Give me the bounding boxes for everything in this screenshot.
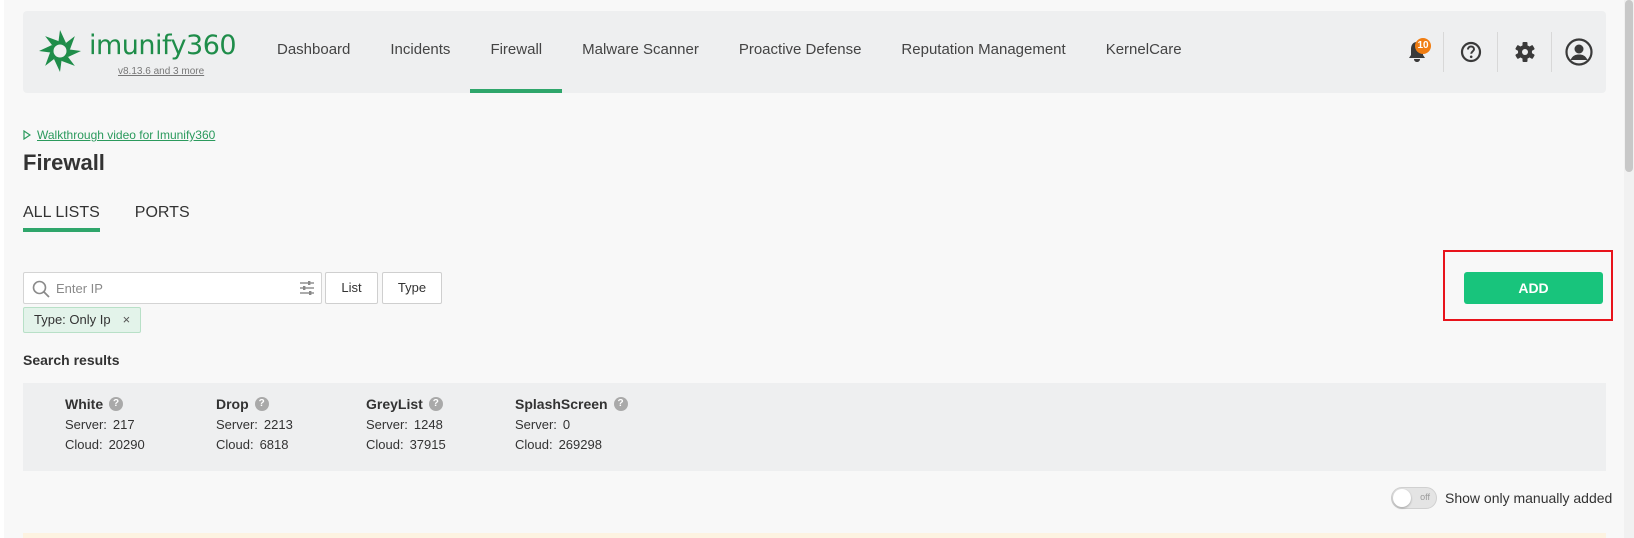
nav-incidents[interactable]: Incidents (370, 11, 470, 93)
list-filter-button[interactable]: List (325, 272, 378, 304)
cloud-count: 20290 (108, 437, 145, 452)
server-label: Server: (65, 417, 107, 432)
filter-settings-icon[interactable] (299, 280, 315, 296)
type-filter-button[interactable]: Type (382, 272, 442, 304)
stat-title: Drop (216, 396, 249, 412)
scrollbar[interactable] (1624, 0, 1634, 538)
stat-greylist: GreyList? Server: 1248 Cloud: 37915 (366, 396, 446, 452)
nav-kernelcare[interactable]: KernelCare (1086, 11, 1202, 93)
toggle-label: Show only manually added (1445, 490, 1613, 506)
server-label: Server: (515, 417, 557, 432)
page-title: Firewall (23, 150, 105, 175)
version-link[interactable]: v8.13.6 and 3 more (118, 66, 204, 77)
header-actions: 10 (1390, 11, 1606, 93)
logo-text: imunify360 (89, 30, 237, 61)
nav-firewall[interactable]: Firewall (470, 11, 562, 93)
ip-search-box (23, 272, 322, 304)
server-count: 1248 (413, 417, 443, 432)
firewall-tabs: ALL LISTS PORTS (23, 204, 190, 232)
cloud-count: 269298 (558, 437, 602, 452)
question-icon[interactable]: ? (254, 397, 269, 411)
add-button[interactable]: ADD (1464, 272, 1603, 304)
top-header: imunify360 v8.13.6 and 3 more Dashboard … (23, 11, 1606, 93)
question-icon[interactable]: ? (428, 397, 443, 411)
manually-added-toggle[interactable]: off (1391, 487, 1437, 509)
cloud-label: Cloud: (515, 437, 553, 452)
cloud-count: 6818 (259, 437, 289, 452)
toggle-state: off (1420, 492, 1430, 502)
page-edge (0, 0, 4, 538)
server-count: 0 (562, 417, 571, 432)
walkthrough-label[interactable]: Walkthrough video for Imunify360 (37, 128, 215, 142)
cloud-count: 37915 (409, 437, 446, 452)
manual-filter-toggle-row: off Show only manually added (1391, 487, 1612, 509)
notice-banner-edge (23, 533, 1606, 538)
settings-button[interactable] (1498, 32, 1552, 72)
cloud-label: Cloud: (65, 437, 103, 452)
logo-emblem-icon (39, 30, 81, 72)
notification-badge: 10 (1415, 38, 1431, 54)
question-icon[interactable]: ? (109, 397, 124, 411)
stat-white: White? Server: 217 Cloud: 20290 (65, 396, 145, 452)
server-label: Server: (216, 417, 258, 432)
tab-ports[interactable]: PORTS (135, 204, 190, 232)
ip-search-input[interactable] (56, 273, 281, 303)
search-results-heading: Search results (23, 352, 120, 368)
server-label: Server: (366, 417, 408, 432)
play-icon (23, 130, 31, 140)
notifications-button[interactable]: 10 (1390, 32, 1444, 72)
server-count: 217 (112, 417, 135, 432)
user-icon (1565, 38, 1593, 66)
stat-drop: Drop? Server: 2213 Cloud: 6818 (216, 396, 293, 452)
nav-reputation-management[interactable]: Reputation Management (881, 11, 1085, 93)
toggle-knob (1393, 489, 1411, 507)
scrollbar-thumb[interactable] (1625, 0, 1633, 172)
nav-proactive-defense[interactable]: Proactive Defense (719, 11, 882, 93)
walkthrough-link[interactable]: Walkthrough video for Imunify360 (23, 128, 215, 142)
gear-icon (1514, 42, 1535, 62)
tab-all-lists[interactable]: ALL LISTS (23, 204, 100, 232)
cloud-label: Cloud: (216, 437, 254, 452)
active-filter-chip: Type: Only Ip × (23, 307, 142, 333)
question-icon[interactable]: ? (613, 397, 628, 411)
stat-title: SplashScreen (515, 396, 608, 412)
search-icon (32, 280, 50, 298)
stat-splashscreen: SplashScreen? Server: 0 Cloud: 269298 (515, 396, 628, 452)
stat-title: GreyList (366, 396, 423, 412)
server-count: 2213 (263, 417, 293, 432)
help-icon (1460, 41, 1481, 63)
stat-title: White (65, 396, 104, 412)
help-button[interactable] (1444, 32, 1498, 72)
imunify-logo[interactable]: imunify360 v8.13.6 and 3 more (37, 28, 237, 78)
chip-label: Type: Only Ip (34, 312, 111, 327)
cloud-label: Cloud: (366, 437, 404, 452)
nav-malware-scanner[interactable]: Malware Scanner (562, 11, 719, 93)
list-stats-panel: White? Server: 217 Cloud: 20290 Drop? Serv… (23, 383, 1606, 471)
main-nav: Dashboard Incidents Firewall Malware Sca… (253, 11, 1202, 93)
chip-close-icon[interactable]: × (123, 308, 131, 332)
nav-dashboard[interactable]: Dashboard (253, 11, 370, 93)
user-menu-button[interactable] (1552, 32, 1606, 72)
